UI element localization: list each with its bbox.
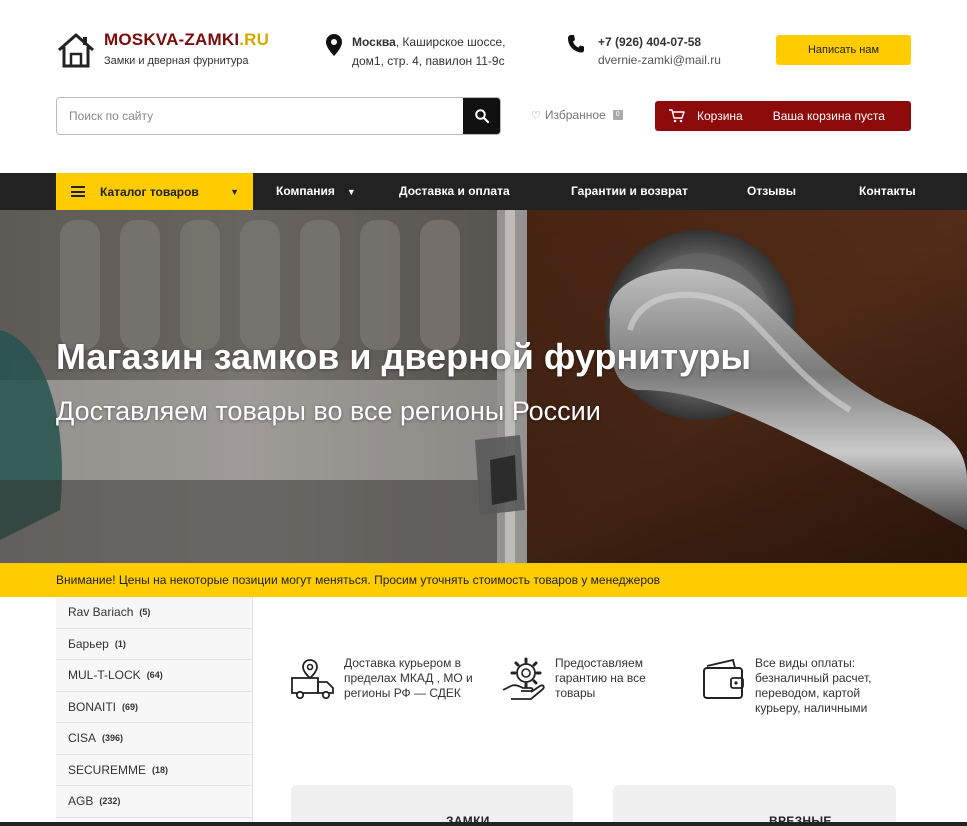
catalog-menu-button[interactable]: Каталог товаров ▼ <box>56 173 253 210</box>
price-notice-bar: Внимание! Цены на некоторые позиции могу… <box>0 563 967 597</box>
phone-icon <box>568 35 584 53</box>
feature-delivery: Доставка курьером в пределах МКАД , МО и… <box>290 656 473 702</box>
cart-status: Ваша корзина пуста <box>772 109 885 123</box>
cart-button[interactable]: Корзина Ваша корзина пуста <box>655 101 911 131</box>
sidebar-item-rav-bariach[interactable]: Rav Bariach (5) <box>56 597 252 629</box>
category-card-mortise[interactable]: ВРЕЗНЫЕ <box>613 785 896 826</box>
sidebar-item-mul-t-lock[interactable]: MUL-T-LOCK (64) <box>56 660 252 692</box>
feature-payment-text: Все виды оплаты: безналичный расчет, пер… <box>755 656 872 715</box>
chevron-down-icon: ▼ <box>346 187 356 197</box>
window-bottom-edge <box>0 822 967 826</box>
cart-label: Корзина <box>697 109 743 123</box>
sidebar-item-agb[interactable]: AGB (232) <box>56 786 252 818</box>
search-icon <box>475 109 489 123</box>
house-icon <box>58 33 94 68</box>
email-link[interactable]: dvernie-zamki@mail.ru <box>598 51 721 69</box>
hero-subtitle: Доставляем товары во все регионы России <box>56 396 601 426</box>
search-input[interactable] <box>57 98 463 134</box>
hero-background-image <box>0 210 967 563</box>
favorites-link[interactable]: ♡ Избранное 0 <box>531 108 623 122</box>
address-city: Москва <box>352 35 396 49</box>
feature-guarantee: Предоставляем гарантию на все товары <box>501 656 646 702</box>
guarantee-gear-icon <box>502 657 545 700</box>
map-pin-icon <box>326 34 342 56</box>
chevron-down-icon: ▼ <box>230 186 239 197</box>
hero-banner: Магазин замков и дверной фурнитуры Доста… <box>0 210 967 563</box>
sidebar-item-bonaiti[interactable]: BONAITI (69) <box>56 692 252 723</box>
search-bar <box>56 97 501 135</box>
nav-item-reviews[interactable]: Отзывы <box>747 173 796 210</box>
catalog-label: Каталог товаров <box>100 184 199 199</box>
logo-brand: MOSKVA-ZAMKI.RU <box>104 30 270 49</box>
nav-item-delivery[interactable]: Доставка и оплата <box>399 173 510 210</box>
address-building: дом1, стр. 4, павилон 11-9с <box>352 54 505 68</box>
nav-item-contacts[interactable]: Контакты <box>859 173 916 210</box>
sidebar-item-securemme[interactable]: SECUREMME (18) <box>56 755 252 786</box>
write-us-button[interactable]: Написать нам <box>776 35 911 65</box>
category-card-locks[interactable]: ЗАМКИ <box>291 785 573 826</box>
brand-sidebar: Rav Bariach (5) Барьер (1) MUL-T-LOCK (64) … <box>56 597 253 826</box>
sidebar-item-barrier[interactable]: Барьер (1) <box>56 629 252 660</box>
feature-delivery-text: Доставка курьером в пределах МКАД , МО и… <box>344 656 473 700</box>
nav-item-guarantee[interactable]: Гарантии и возврат <box>571 173 688 210</box>
main-nav: Каталог товаров ▼ Компания ▼ Доставка и о… <box>0 173 967 210</box>
address-street: , Каширское шоссе, <box>395 35 506 49</box>
store-address: Москва, Каширское шоссе, дом1, стр. 4, п… <box>326 33 505 71</box>
wallet-icon <box>703 658 744 699</box>
site-header: MOSKVA-ZAMKI.RU Замки и дверная фурнитур… <box>0 0 967 173</box>
favorites-label: Избранное <box>544 108 606 122</box>
feature-payment: Все виды оплаты: безналичный расчет, пер… <box>701 656 871 716</box>
hero-title: Магазин замков и дверной фурнитуры <box>56 336 752 377</box>
contact-info: +7 (926) 404-07-58 dvernie-zamki@mail.ru <box>568 33 721 69</box>
menu-icon <box>71 186 85 197</box>
heart-icon: ♡ <box>531 109 541 122</box>
sidebar-item-cisa[interactable]: CISA (396) <box>56 723 252 755</box>
nav-item-company[interactable]: Компания ▼ <box>276 173 356 210</box>
favorites-count-badge: 0 <box>612 110 623 120</box>
phone-number[interactable]: +7 (926) 404-07-58 <box>598 33 721 51</box>
feature-guarantee-text: Предоставляем гарантию на все товары <box>555 656 646 700</box>
site-logo[interactable]: MOSKVA-ZAMKI.RU Замки и дверная фурнитур… <box>56 30 269 70</box>
shopping-cart-icon <box>669 109 685 123</box>
search-button[interactable] <box>463 98 500 134</box>
logo-subtitle: Замки и дверная фурнитура <box>104 55 249 67</box>
delivery-truck-icon <box>291 659 334 700</box>
